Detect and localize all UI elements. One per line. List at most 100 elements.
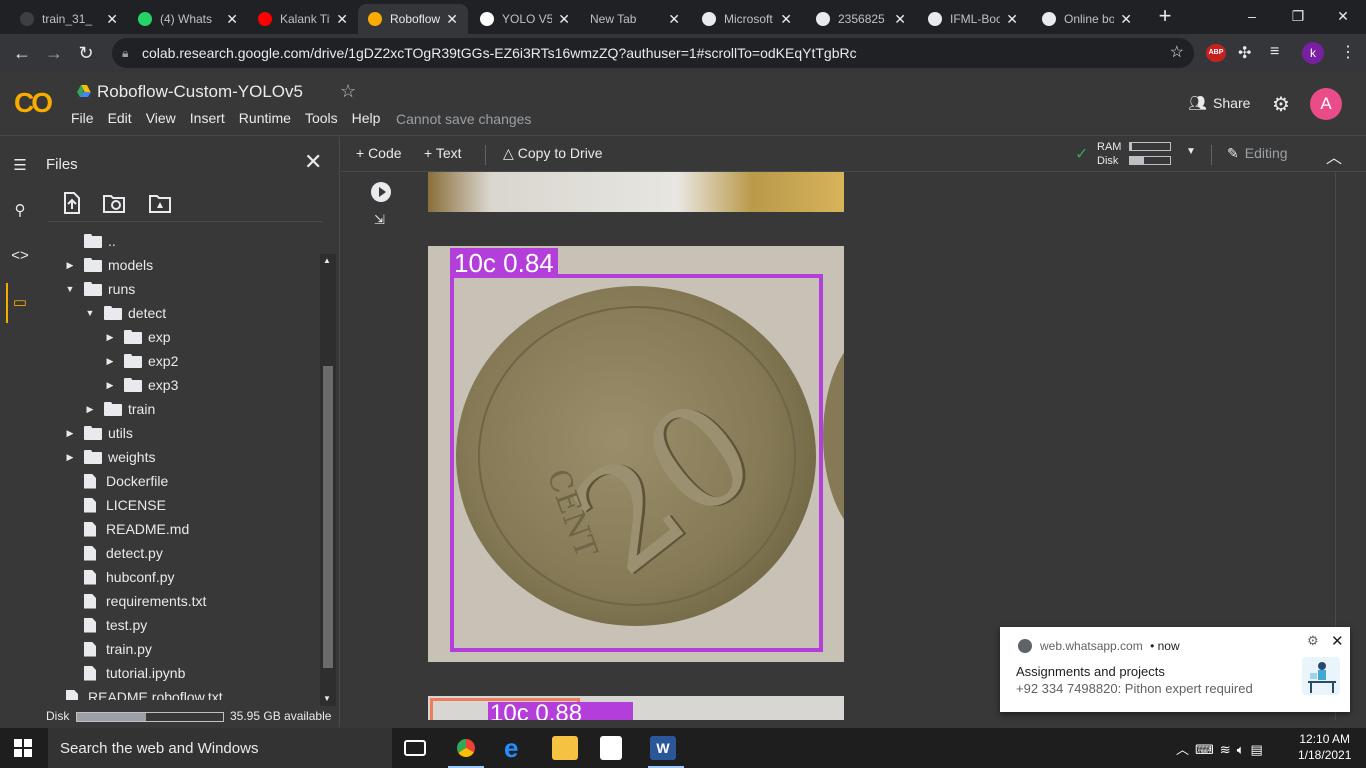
file-item[interactable]: README.roboflow.txt xyxy=(66,686,223,700)
tab-close-icon[interactable]: ✕ xyxy=(226,11,238,28)
settings-gear-icon[interactable]: ⚙ xyxy=(1272,92,1290,117)
browser-tab[interactable]: 2356825 ✕ xyxy=(806,4,916,34)
profile-avatar[interactable]: k xyxy=(1302,42,1324,64)
new-tab-button[interactable]: + xyxy=(1151,3,1179,29)
file-item[interactable]: tutorial.ipynb xyxy=(64,662,185,684)
volume-icon[interactable]: 🔈︎ xyxy=(1237,742,1251,757)
menu-item[interactable]: Runtime xyxy=(239,110,291,126)
input-icon[interactable]: ⌨ xyxy=(1195,742,1220,757)
file-item[interactable]: requirements.txt xyxy=(64,590,206,612)
notebook-title[interactable]: Roboflow-Custom-YOLOv5 xyxy=(97,82,303,102)
add-text-button[interactable]: + Text xyxy=(424,145,462,161)
browser-tab[interactable]: IFML-Boo ✕ xyxy=(918,4,1028,34)
taskbar-clock[interactable]: 12:10 AM 1/18/2021 xyxy=(1298,731,1351,763)
bookmark-star-icon[interactable]: ☆ xyxy=(1170,42,1184,62)
files-folder-icon[interactable]: ▭ xyxy=(9,293,31,315)
tab-close-icon[interactable]: ✕ xyxy=(106,11,118,28)
folder-item[interactable]: ▼ detect xyxy=(84,302,167,324)
edge-taskbar-icon[interactable]: e xyxy=(504,735,530,761)
tab-close-icon[interactable]: ✕ xyxy=(668,11,680,28)
upload-file-icon[interactable] xyxy=(60,192,84,214)
caret-right-icon[interactable]: ▶ xyxy=(64,260,76,271)
code-snippets-icon[interactable]: <> xyxy=(9,247,31,269)
file-item[interactable]: detect.py xyxy=(64,542,163,564)
folder-item[interactable]: ▶ exp2 xyxy=(104,350,179,372)
star-notebook-icon[interactable]: ☆ xyxy=(340,81,356,102)
browser-tab[interactable]: Kalank Tit ✕ xyxy=(248,4,358,34)
runtime-dropdown-icon[interactable]: ▼ xyxy=(1186,146,1196,157)
menu-item[interactable]: Insert xyxy=(190,110,225,126)
omnibox[interactable]: 🔒︎ colab.research.google.com/drive/1gDZ2… xyxy=(112,38,1194,68)
url-text[interactable]: colab.research.google.com/drive/1gDZ2xcT… xyxy=(142,45,857,61)
scroll-up-arrow[interactable]: ▲ xyxy=(323,256,331,265)
close-files-icon[interactable]: ✕ xyxy=(304,149,322,175)
caret-right-icon[interactable]: ▶ xyxy=(104,356,116,367)
folder-item[interactable]: ▶ exp3 xyxy=(104,374,179,396)
file-item[interactable]: Dockerfile xyxy=(64,470,168,492)
reload-button[interactable]: ↻ xyxy=(72,40,100,66)
folder-item[interactable]: ▶ utils xyxy=(64,422,133,444)
tab-close-icon[interactable]: ✕ xyxy=(446,11,458,28)
search-icon[interactable]: ⚲ xyxy=(9,201,31,223)
notification-settings-icon[interactable]: ⚙ xyxy=(1307,633,1319,649)
file-item[interactable]: README.md xyxy=(64,518,189,540)
windows-start-icon[interactable] xyxy=(14,739,32,757)
copy-to-drive-button[interactable]: △ Copy to Drive xyxy=(503,145,603,162)
tray-overflow-icon[interactable]: ︿ xyxy=(1176,742,1195,757)
folder-item[interactable]: ▼ runs xyxy=(64,278,136,300)
tab-close-icon[interactable]: ✕ xyxy=(1006,11,1018,28)
editing-mode-button[interactable]: ✎ Editing xyxy=(1227,145,1288,162)
store-taskbar-icon[interactable] xyxy=(600,736,622,760)
menu-item[interactable]: Help xyxy=(352,110,381,126)
back-button[interactable]: ← xyxy=(8,40,36,66)
browser-tab[interactable]: New Tab ✕ xyxy=(580,4,690,34)
file-item[interactable]: train.py xyxy=(64,638,152,660)
action-center-icon[interactable]: ▤ xyxy=(1251,742,1269,757)
folder-item[interactable]: ▶ weights xyxy=(64,446,156,468)
share-button[interactable]: 👥︎ Share xyxy=(1188,94,1250,112)
caret-right-icon[interactable]: ▶ xyxy=(104,332,116,343)
add-code-button[interactable]: + Code xyxy=(356,145,402,161)
folder-item[interactable]: ▶ models xyxy=(64,254,154,276)
mount-drive-icon[interactable] xyxy=(148,192,172,214)
refresh-folder-icon[interactable] xyxy=(102,192,126,214)
account-avatar[interactable]: A xyxy=(1310,88,1342,120)
folder-item[interactable]: ▶ exp xyxy=(104,326,171,348)
menu-item[interactable]: View xyxy=(146,110,176,126)
forward-button[interactable]: → xyxy=(40,40,68,66)
tab-close-icon[interactable]: ✕ xyxy=(1120,11,1132,28)
tab-close-icon[interactable]: ✕ xyxy=(894,11,906,28)
browser-tab[interactable]: Microsoft ✕ xyxy=(692,4,802,34)
folder-item[interactable]: ▶ train xyxy=(84,398,156,420)
table-of-contents-icon[interactable]: ☰ xyxy=(9,156,31,178)
task-view-icon[interactable] xyxy=(404,740,426,756)
file-explorer-icon[interactable] xyxy=(552,736,578,760)
browser-tab[interactable]: Roboflow ✕ xyxy=(358,4,468,34)
run-cell-button[interactable] xyxy=(371,182,391,202)
whatsapp-notification[interactable]: web.whatsapp.com • now ⚙ ✕ Assignments a… xyxy=(1000,627,1350,712)
notification-close-icon[interactable]: ✕ xyxy=(1331,632,1344,650)
file-item[interactable]: hubconf.py xyxy=(64,566,175,588)
minimize-button[interactable]: – xyxy=(1229,0,1275,32)
tab-close-icon[interactable]: ✕ xyxy=(558,11,570,28)
system-tray[interactable]: ︿⌨≋🔈︎▤ xyxy=(1176,739,1269,758)
browser-tab[interactable]: Online bo ✕ xyxy=(1032,4,1142,34)
word-taskbar-icon[interactable]: W xyxy=(650,736,676,760)
close-window-button[interactable]: ✕ xyxy=(1320,0,1366,32)
scrollbar-thumb[interactable] xyxy=(323,366,333,668)
caret-down-icon[interactable]: ▼ xyxy=(64,284,76,294)
resource-indicator[interactable]: RAM Disk xyxy=(1097,140,1121,168)
browser-tab[interactable]: YOLO V5 ✕ xyxy=(470,4,580,34)
tab-close-icon[interactable]: ✕ xyxy=(780,11,792,28)
taskbar-search[interactable]: Search the web and Windows xyxy=(48,728,392,768)
menu-item[interactable]: File xyxy=(71,110,94,126)
file-item[interactable]: test.py xyxy=(64,614,147,636)
parent-folder-item[interactable]: .. xyxy=(64,230,116,252)
scroll-down-arrow[interactable]: ▼ xyxy=(323,694,331,703)
browser-tab[interactable]: (4) Whats ✕ xyxy=(128,4,248,34)
caret-right-icon[interactable]: ▶ xyxy=(64,452,76,463)
maximize-button[interactable]: ❐ xyxy=(1275,0,1321,32)
caret-right-icon[interactable]: ▶ xyxy=(104,380,116,391)
menu-item[interactable]: Edit xyxy=(108,110,132,126)
tab-close-icon[interactable]: ✕ xyxy=(336,11,348,28)
